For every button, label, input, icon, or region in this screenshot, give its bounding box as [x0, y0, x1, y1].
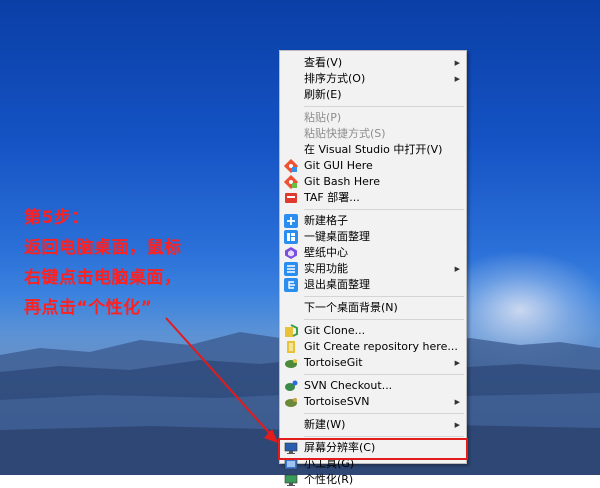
- annotation-line-3: 再点击“个性化”: [24, 298, 153, 318]
- taf-icon: [285, 193, 297, 203]
- personalize-highlight-box: [278, 438, 468, 460]
- submenu-arrow-icon: ▶: [454, 75, 460, 83]
- submenu-arrow-icon: ▶: [454, 421, 460, 429]
- menu-item-refresh[interactable]: 刷新(E): [280, 87, 466, 103]
- menu-item-paste-shortcut[interactable]: 粘贴快捷方式(S): [280, 126, 466, 142]
- svn-checkout-icon: [285, 380, 298, 391]
- menu-item-taf-deploy[interactable]: TAF 部署...: [280, 190, 466, 206]
- menu-item-label: 粘贴快捷方式(S): [304, 127, 386, 140]
- menu-item-label: 下一个桌面背景(N): [304, 301, 398, 314]
- wallpaper-icon: [285, 247, 297, 259]
- list-icon: [284, 262, 298, 276]
- menu-item-label: 刷新(E): [304, 88, 342, 101]
- menu-item-svn-checkout[interactable]: SVN Checkout...: [280, 378, 466, 394]
- menu-separator: [304, 319, 464, 320]
- tortoisegit-icon: [285, 359, 297, 368]
- menu-item-tortoisesvn[interactable]: TortoiseSVN ▶: [280, 394, 466, 410]
- menu-item-label: Git Create repository here...: [304, 340, 458, 353]
- plus-icon: [284, 214, 298, 228]
- menu-separator: [304, 436, 464, 437]
- menu-item-label: SVN Checkout...: [304, 379, 393, 392]
- menu-item-label: 在 Visual Studio 中打开(V): [304, 143, 443, 156]
- menu-item-label: Git Bash Here: [304, 175, 380, 188]
- submenu-arrow-icon: ▶: [454, 59, 460, 67]
- git-bash-icon: [284, 175, 298, 189]
- menu-item-label: TAF 部署...: [304, 191, 360, 204]
- menu-item-view[interactable]: 查看(V) ▶: [280, 55, 466, 71]
- menu-item-label: Git GUI Here: [304, 159, 373, 172]
- submenu-arrow-icon: ▶: [454, 265, 460, 273]
- annotation-step: 第5步：: [24, 208, 89, 228]
- menu-item-paste[interactable]: 粘贴(P): [280, 110, 466, 126]
- menu-separator: [304, 296, 464, 297]
- menu-item-open-visual-studio[interactable]: 在 Visual Studio 中打开(V): [280, 142, 466, 158]
- exit-icon: [284, 278, 298, 292]
- menu-separator: [304, 106, 464, 107]
- menu-item-label: 个性化(R): [304, 473, 354, 486]
- tortoisesvn-icon: [285, 398, 297, 407]
- menu-item-personalize[interactable]: 个性化(R): [280, 472, 466, 488]
- annotation-line-2: 右键点击电脑桌面，: [24, 268, 182, 288]
- submenu-arrow-icon: ▶: [454, 359, 460, 367]
- personalize-icon: [284, 474, 298, 486]
- menu-item-utilities[interactable]: 实用功能 ▶: [280, 261, 466, 277]
- menu-item-label: 实用功能: [304, 262, 348, 275]
- menu-item-sort[interactable]: 排序方式(O) ▶: [280, 71, 466, 87]
- menu-item-desktop-organize[interactable]: 一键桌面整理: [280, 229, 466, 245]
- menu-item-new-grid[interactable]: 新建格子: [280, 213, 466, 229]
- menu-separator: [304, 374, 464, 375]
- menu-item-label: Git Clone...: [304, 324, 366, 337]
- menu-separator: [304, 413, 464, 414]
- menu-separator: [304, 209, 464, 210]
- menu-item-tortoisegit[interactable]: TortoiseGit ▶: [280, 355, 466, 371]
- grid-organize-icon: [284, 230, 298, 244]
- menu-item-label: 壁纸中心: [304, 246, 348, 259]
- menu-item-git-create-repo[interactable]: Git Create repository here...: [280, 339, 466, 355]
- menu-item-label: 新建(W): [304, 418, 346, 431]
- git-create-icon: [287, 341, 295, 353]
- git-clone-icon: [285, 324, 298, 337]
- menu-item-git-bash[interactable]: Git Bash Here: [280, 174, 466, 190]
- menu-item-next-background[interactable]: 下一个桌面背景(N): [280, 300, 466, 316]
- menu-item-label: 查看(V): [304, 56, 343, 69]
- menu-item-label: TortoiseGit: [304, 356, 363, 369]
- menu-item-label: TortoiseSVN: [304, 395, 370, 408]
- annotation-line-1: 返回电脑桌面，鼠标: [24, 238, 182, 258]
- git-gui-icon: [284, 159, 298, 173]
- menu-item-wallpaper-center[interactable]: 壁纸中心: [280, 245, 466, 261]
- menu-item-git-clone[interactable]: Git Clone...: [280, 323, 466, 339]
- menu-item-label: 粘贴(P): [304, 111, 342, 124]
- menu-item-exit-organize[interactable]: 退出桌面整理: [280, 277, 466, 293]
- submenu-arrow-icon: ▶: [454, 398, 460, 406]
- context-menu: 查看(V) ▶ 排序方式(O) ▶ 刷新(E) 粘贴(P) 粘贴快捷方式(S) 在 …: [279, 50, 467, 486]
- menu-item-label: 一键桌面整理: [304, 230, 370, 243]
- menu-item-label: 新建格子: [304, 214, 348, 227]
- menu-item-git-gui[interactable]: Git GUI Here: [280, 158, 466, 174]
- menu-item-label: 排序方式(O): [304, 72, 366, 85]
- menu-item-label: 退出桌面整理: [304, 278, 370, 291]
- menu-item-new[interactable]: 新建(W) ▶: [280, 417, 466, 433]
